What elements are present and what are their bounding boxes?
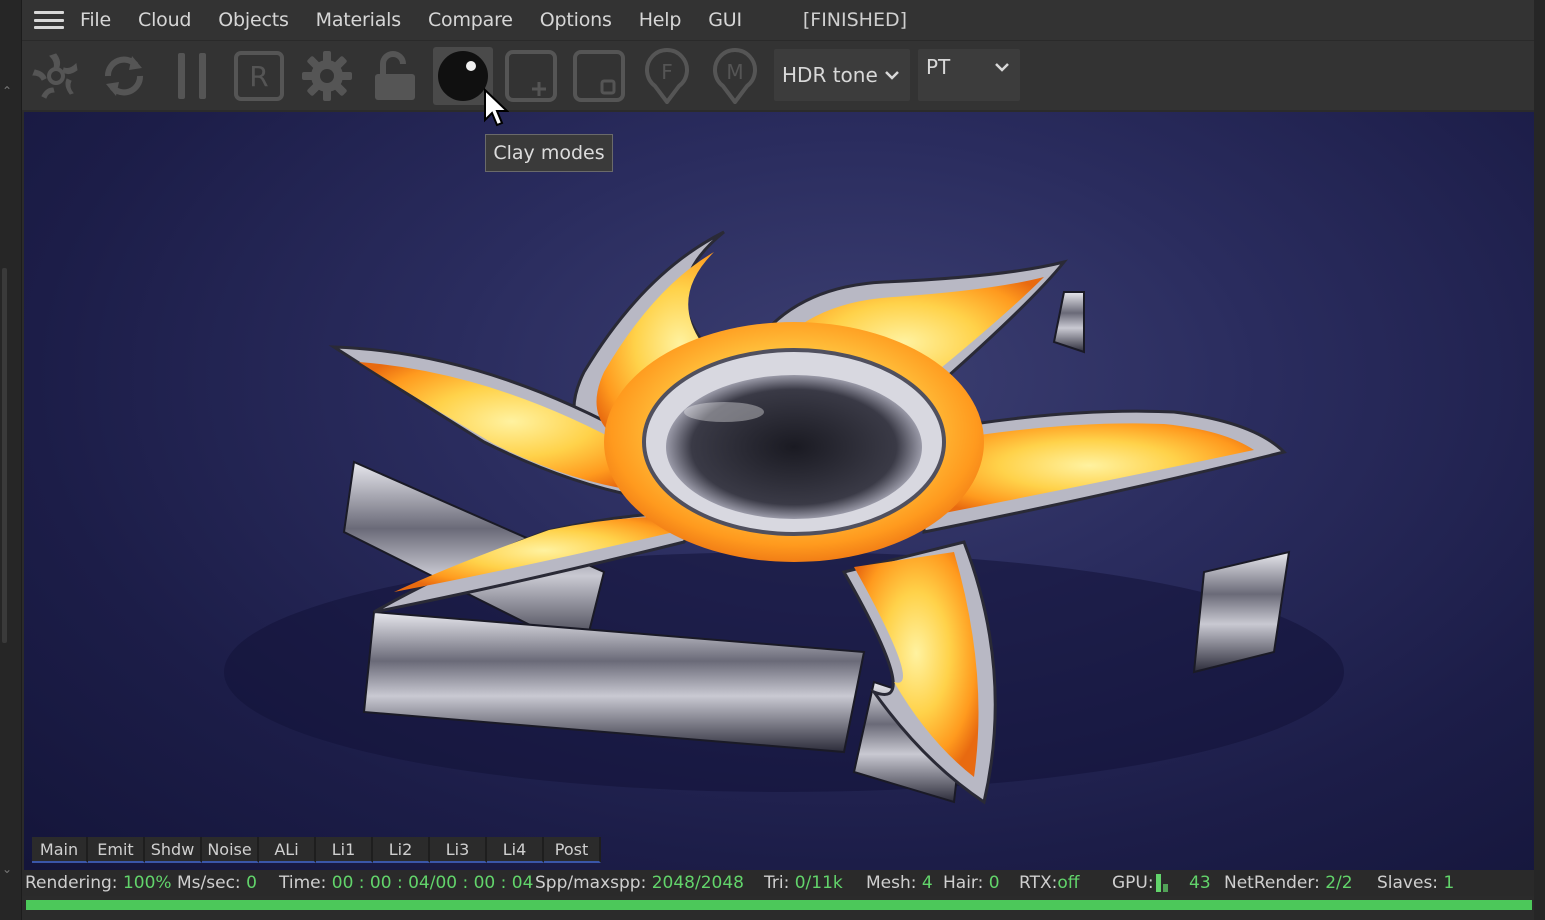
pause-icon: [178, 53, 206, 99]
menu-bar: File Cloud Objects Materials Compare Opt…: [22, 0, 1534, 40]
focus-pick-button[interactable]: F: [637, 47, 697, 105]
pass-tab-li2[interactable]: Li2: [373, 837, 430, 863]
svg-text:F: F: [661, 60, 673, 84]
pass-tab-main[interactable]: Main: [32, 837, 88, 863]
left-gutter: ⌃ ⌄: [0, 0, 22, 920]
gpu-value: 43: [1189, 873, 1211, 893]
status-slaves: Slaves: 1: [1377, 873, 1455, 893]
chevron-down-icon: [885, 71, 899, 80]
gpu-usage-bars-icon: [1155, 874, 1172, 892]
svg-text:M: M: [726, 60, 743, 84]
scroll-up-icon[interactable]: ⌃: [2, 84, 12, 98]
spp-value: 2048/2048: [651, 873, 744, 893]
status-mesh: Mesh: 4: [866, 873, 933, 893]
status-rendering: Rendering: 100%: [25, 873, 172, 893]
render-viewport[interactable]: [24, 112, 1534, 870]
chevron-down-icon: [995, 63, 1009, 72]
status-rtx: RTX:off: [1019, 873, 1080, 893]
render-progress-bar: [26, 900, 1532, 910]
menu-gui[interactable]: GUI: [708, 9, 742, 31]
status-mssec: Ms/sec: 0: [177, 873, 257, 893]
status-tri: Tri: 0/11k: [764, 873, 843, 893]
lock-icon: [375, 51, 415, 100]
menu-file[interactable]: File: [80, 9, 111, 31]
add-pick-icon: [505, 50, 557, 102]
add-pick-button[interactable]: [501, 47, 561, 105]
menu-help[interactable]: Help: [639, 9, 682, 31]
pass-tab-li3[interactable]: Li3: [430, 837, 487, 863]
octane-logo-button[interactable]: [26, 47, 86, 105]
netrender-value: 2/2: [1325, 873, 1353, 893]
settings-button[interactable]: [297, 47, 357, 105]
pass-tab-li4[interactable]: Li4: [487, 837, 544, 863]
hdr-tone-dropdown[interactable]: HDR tone: [774, 49, 910, 101]
hamburger-menu-icon[interactable]: [34, 9, 64, 31]
pause-button[interactable]: [162, 47, 222, 105]
right-edge: [1534, 0, 1545, 920]
pass-tab-li1[interactable]: Li1: [316, 837, 373, 863]
octane-logo-icon: [32, 53, 78, 99]
material-pick-button[interactable]: M: [705, 47, 765, 105]
scroll-down-icon[interactable]: ⌄: [2, 862, 12, 876]
pass-tab-ali[interactable]: ALi: [259, 837, 316, 863]
menu-options[interactable]: Options: [540, 9, 612, 31]
mssec-value: 0: [246, 873, 257, 893]
rendered-octane-logo-image: [224, 230, 1344, 805]
kernel-dropdown[interactable]: PT: [918, 49, 1020, 101]
status-bar: Rendering: 100% Ms/sec: 0 Time: 00 : 00 …: [22, 870, 1534, 896]
menu-cloud[interactable]: Cloud: [138, 9, 191, 31]
pass-tab-noise[interactable]: Noise: [202, 837, 259, 863]
pick-square-icon: [573, 50, 625, 102]
tooltip: Clay modes: [485, 134, 613, 172]
lock-button[interactable]: [365, 47, 425, 105]
svg-text:R: R: [249, 60, 268, 93]
time-value: 00 : 00 : 04/00 : 00 : 04: [331, 873, 534, 893]
menu-objects[interactable]: Objects: [218, 9, 289, 31]
menu-materials[interactable]: Materials: [316, 9, 401, 31]
focus-pick-icon: F: [645, 48, 689, 104]
pass-tab-post[interactable]: Post: [544, 837, 601, 863]
settings-gear-icon: [302, 51, 352, 101]
region-render-icon: R: [234, 51, 284, 101]
render-progress-fill: [26, 900, 1532, 910]
region-render-button[interactable]: R: [229, 47, 289, 105]
material-pick-icon: M: [713, 48, 757, 104]
slaves-value: 1: [1443, 873, 1455, 893]
rtx-value: off: [1057, 873, 1080, 893]
status-time: Time: 00 : 00 : 04/00 : 00 : 04: [279, 873, 534, 893]
mouse-cursor-icon: [483, 87, 510, 132]
mesh-value: 4: [921, 873, 933, 893]
pass-tab-emit[interactable]: Emit: [88, 837, 145, 863]
tri-value: 0/11k: [794, 873, 843, 893]
scrollbar-handle[interactable]: [2, 268, 7, 643]
pick-square-button[interactable]: [569, 47, 629, 105]
status-spp: Spp/maxspp: 2048/2048: [535, 873, 744, 893]
hdr-tone-label: HDR tone: [782, 63, 878, 87]
render-pass-tabs: Main Emit Shdw Noise ALi Li1 Li2 Li3 Li4…: [32, 837, 601, 863]
status-gpu: GPU: 43: [1112, 873, 1211, 893]
toolbar: R F M HDR tone PT: [22, 40, 1534, 110]
status-hair: Hair: 0: [943, 873, 1000, 893]
hair-value: 0: [988, 873, 1000, 893]
restart-render-button[interactable]: [94, 47, 154, 105]
restart-render-icon: [104, 56, 144, 96]
kernel-label: PT: [926, 55, 951, 79]
status-netrender: NetRender: 2/2: [1224, 873, 1353, 893]
pass-tab-shdw[interactable]: Shdw: [145, 837, 202, 863]
menu-compare[interactable]: Compare: [428, 9, 513, 31]
rendering-value: 100%: [122, 873, 172, 893]
render-status-label: [FINISHED]: [802, 9, 908, 31]
